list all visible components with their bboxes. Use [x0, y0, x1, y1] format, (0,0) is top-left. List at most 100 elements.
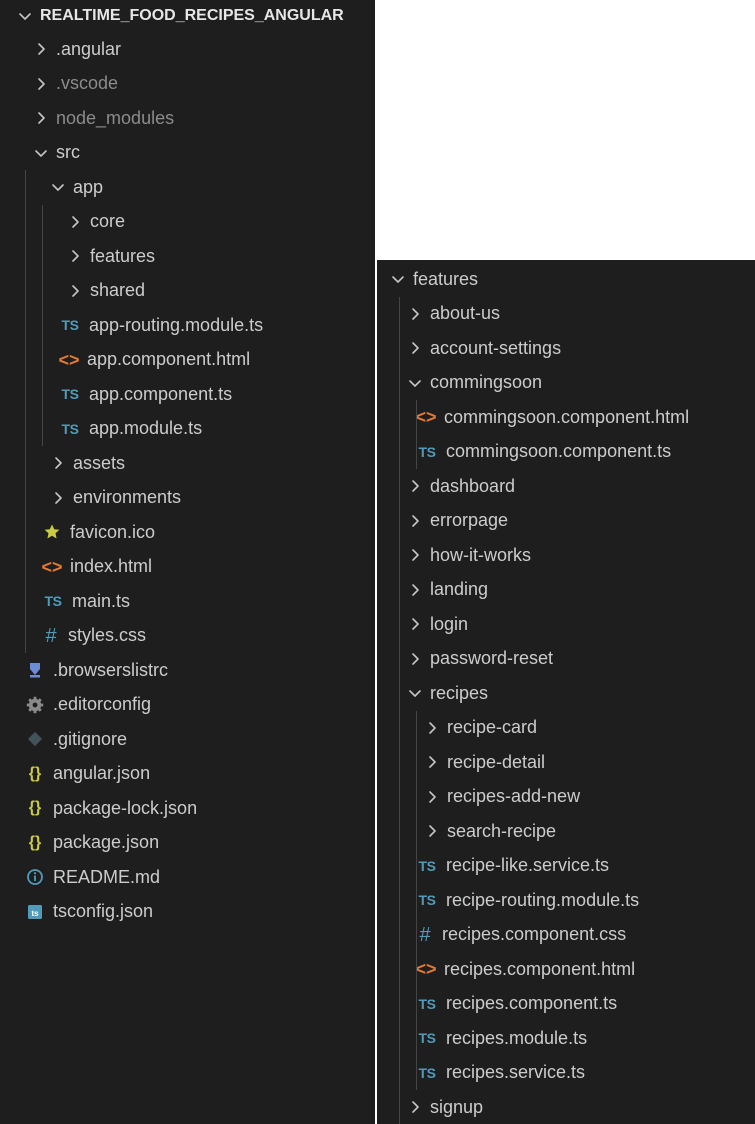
chevron-right-icon — [429, 756, 436, 769]
folder-label: password-reset — [430, 648, 554, 669]
file-label: tsconfig.json — [53, 901, 154, 922]
indent-guide — [416, 952, 417, 987]
folder-item[interactable]: search-recipe — [377, 814, 755, 849]
file-item[interactable]: .browserslistrc — [0, 653, 375, 688]
folder-item[interactable]: recipes — [377, 676, 755, 711]
indent-guide — [42, 273, 43, 308]
indent-guide — [399, 331, 400, 366]
folder-item[interactable]: errorpage — [377, 503, 755, 538]
file-label: commingsoon.component.html — [444, 406, 690, 427]
file-item[interactable]: <> index.html — [0, 549, 375, 584]
indent-guide — [399, 883, 400, 918]
file-label: styles.css — [68, 625, 147, 646]
file-item[interactable]: .editorconfig — [0, 688, 375, 723]
editorconfig-gear-icon — [24, 696, 46, 714]
folder-item[interactable]: assets — [0, 446, 375, 481]
chevron-right-icon — [412, 514, 419, 527]
file-item[interactable]: favicon.ico — [0, 515, 375, 550]
indent-guide — [399, 469, 400, 504]
folder-item[interactable]: recipes-add-new — [377, 779, 755, 814]
folder-item[interactable]: .angular — [0, 32, 375, 67]
file-label: package.json — [53, 832, 160, 853]
folder-label: errorpage — [430, 510, 509, 531]
folder-item[interactable]: environments — [0, 480, 375, 515]
indent-guide — [42, 308, 43, 343]
typescript-file-icon: TS — [418, 892, 436, 909]
indent-guide — [399, 1055, 400, 1090]
folder-item[interactable]: login — [377, 607, 755, 642]
features-tree: features about-us account-settings commings… — [377, 262, 755, 1124]
chevron-right-icon — [412, 549, 419, 562]
indent-guide — [416, 883, 417, 918]
file-item[interactable]: {} angular.json — [0, 757, 375, 792]
file-item[interactable]: TS recipes.service.ts — [377, 1055, 755, 1090]
folder-item[interactable]: account-settings — [377, 331, 755, 366]
file-item[interactable]: {} package-lock.json — [0, 791, 375, 826]
folder-label: environments — [73, 487, 182, 508]
folder-item[interactable]: app — [0, 170, 375, 205]
typescript-file-icon: TS — [61, 317, 79, 334]
file-item[interactable]: TS recipes.component.ts — [377, 986, 755, 1021]
file-item[interactable]: .gitignore — [0, 722, 375, 757]
file-item[interactable]: ts tsconfig.json — [0, 895, 375, 930]
typescript-file-icon: TS — [418, 1064, 436, 1081]
file-item[interactable]: # recipes.component.css — [377, 917, 755, 952]
folder-item[interactable]: src — [0, 136, 375, 171]
indent-guide — [25, 273, 26, 308]
file-item[interactable]: <> app.component.html — [0, 342, 375, 377]
folder-item[interactable]: commingsoon — [377, 365, 755, 400]
chevron-right-icon — [412, 480, 419, 493]
file-label: main.ts — [72, 590, 131, 611]
gitignore-icon — [24, 730, 46, 748]
indent-guide — [399, 296, 400, 331]
folder-item[interactable]: recipe-detail — [377, 745, 755, 780]
folder-item[interactable]: shared — [0, 273, 375, 308]
typescript-file-icon: TS — [418, 443, 436, 460]
file-item[interactable]: <> commingsoon.component.html — [377, 400, 755, 435]
folder-label: account-settings — [430, 337, 562, 358]
file-item[interactable]: {} package.json — [0, 826, 375, 861]
folder-item[interactable]: recipe-card — [377, 710, 755, 745]
file-item[interactable]: TS commingsoon.component.ts — [377, 434, 755, 469]
folder-item[interactable]: core — [0, 204, 375, 239]
file-item[interactable]: TS recipes.module.ts — [377, 1021, 755, 1056]
folder-item[interactable]: landing — [377, 572, 755, 607]
file-item[interactable]: <> recipes.component.html — [377, 952, 755, 987]
folder-item[interactable]: features — [377, 262, 755, 297]
file-label: commingsoon.component.ts — [446, 441, 672, 462]
explorer-tree: .angular .vscode node_modules src app core fea… — [0, 32, 375, 929]
file-label: recipes.component.html — [444, 958, 636, 979]
indent-guide — [399, 503, 400, 538]
file-item[interactable]: TS recipe-like.service.ts — [377, 848, 755, 883]
folder-label: signup — [430, 1096, 484, 1117]
file-item[interactable]: TS app-routing.module.ts — [0, 308, 375, 343]
file-label: recipe-like.service.ts — [446, 855, 610, 876]
indent-guide — [25, 170, 26, 205]
folder-label: about-us — [430, 303, 501, 324]
folder-item[interactable]: about-us — [377, 296, 755, 331]
folder-item[interactable]: how-it-works — [377, 538, 755, 573]
indent-guide — [399, 400, 400, 435]
file-item[interactable]: README.md — [0, 860, 375, 895]
file-item[interactable]: TS app.component.ts — [0, 377, 375, 412]
folder-label: core — [90, 211, 126, 232]
file-item[interactable]: TS recipe-routing.module.ts — [377, 883, 755, 918]
file-item[interactable]: TS main.ts — [0, 584, 375, 619]
indent-guide — [25, 377, 26, 412]
chevron-down-icon — [35, 149, 47, 157]
indent-guide — [25, 411, 26, 446]
folder-item[interactable]: .vscode — [0, 67, 375, 102]
chevron-right-icon — [38, 112, 45, 125]
folder-label: login — [430, 613, 469, 634]
file-label: .gitignore — [53, 728, 128, 749]
folder-item[interactable]: signup — [377, 1090, 755, 1124]
folder-item[interactable]: password-reset — [377, 641, 755, 676]
file-item[interactable]: # styles.css — [0, 618, 375, 653]
file-item[interactable]: TS app.module.ts — [0, 411, 375, 446]
explorer-root-folder[interactable]: REALTIME_FOOD_RECIPES_ANGULAR — [0, 0, 375, 32]
folder-item[interactable]: dashboard — [377, 469, 755, 504]
folder-item[interactable]: node_modules — [0, 101, 375, 136]
indent-guide — [25, 549, 26, 584]
folder-item[interactable]: features — [0, 239, 375, 274]
chevron-right-icon — [72, 284, 79, 297]
